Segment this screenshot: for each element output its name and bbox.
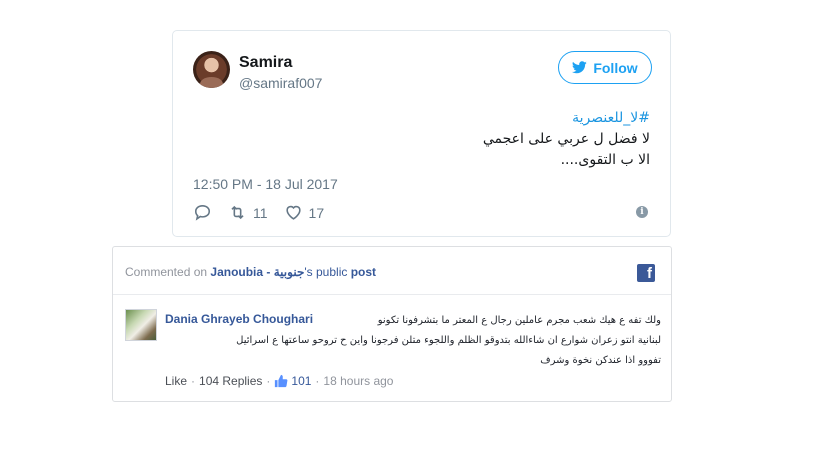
user-name[interactable]: Samira [239,54,292,72]
user-handle[interactable]: @samiraf007 [239,75,322,91]
commenter-avatar[interactable] [125,309,157,341]
context-mid: 's public [304,265,351,279]
divider [113,294,671,295]
facebook-comment-card: Commented on Janoubia - جنوبية's public … [112,246,672,402]
tweet-line: لا فضل ل عربي على اعجمي [482,131,650,147]
comment-context: Commented on Janoubia - جنوبية's public … [125,265,376,279]
tweet-actions: 11 17 [193,203,340,222]
thumbs-up-icon [275,374,288,388]
follow-button[interactable]: Follow [558,51,652,84]
like-count: 17 [308,204,325,221]
info-icon[interactable]: i [636,206,648,218]
twitter-bird-icon [572,61,588,74]
context-prefix: Commented on [125,265,211,279]
comment-time[interactable]: 18 hours ago [323,374,393,388]
like-link[interactable]: Like [165,374,187,388]
retweet-count: 11 [253,204,268,221]
post-link[interactable]: post [351,265,376,279]
commenter-name[interactable]: Dania Ghrayeb Choughari [165,312,313,326]
likes-count-link[interactable]: 101 [274,374,311,388]
follow-label: Follow [593,59,638,76]
separator: · [266,374,271,388]
comment-line: تفووو اذا عندكن نخوة وشرف [540,355,661,366]
replies-link[interactable]: 104 Replies [199,374,262,388]
tweet-card: Samira @samiraf007 Follow #لا_للعنصرية ل… [172,30,671,237]
retweet-button[interactable]: 11 [228,203,268,222]
avatar[interactable] [193,51,230,88]
hashtag-link[interactable]: #لا_للعنصرية [210,108,650,129]
separator: · [315,374,320,388]
reply-button[interactable] [193,203,212,222]
reply-icon [194,204,211,221]
like-button[interactable]: 17 [284,203,325,222]
tweet-text: #لا_للعنصرية لا فضل ل عربي على اعجمي الا… [210,108,650,171]
tweet-timestamp[interactable]: 12:50 PM - 18 Jul 2017 [193,176,338,192]
page-link[interactable]: Janoubia - جنوبية [210,265,304,279]
retweet-icon [231,205,244,220]
comment-meta: Like · 104 Replies · 101 · 18 hours ago [165,374,393,388]
tweet-line: الا ب التقوى.... [560,152,650,168]
comment-line: لبنانية انتو زعران شوارع ان شاءالله بتدو… [236,335,661,346]
heart-icon [285,205,301,220]
like-number: 101 [291,374,312,388]
separator: · [191,374,196,388]
facebook-logo-icon[interactable]: f [637,264,655,282]
